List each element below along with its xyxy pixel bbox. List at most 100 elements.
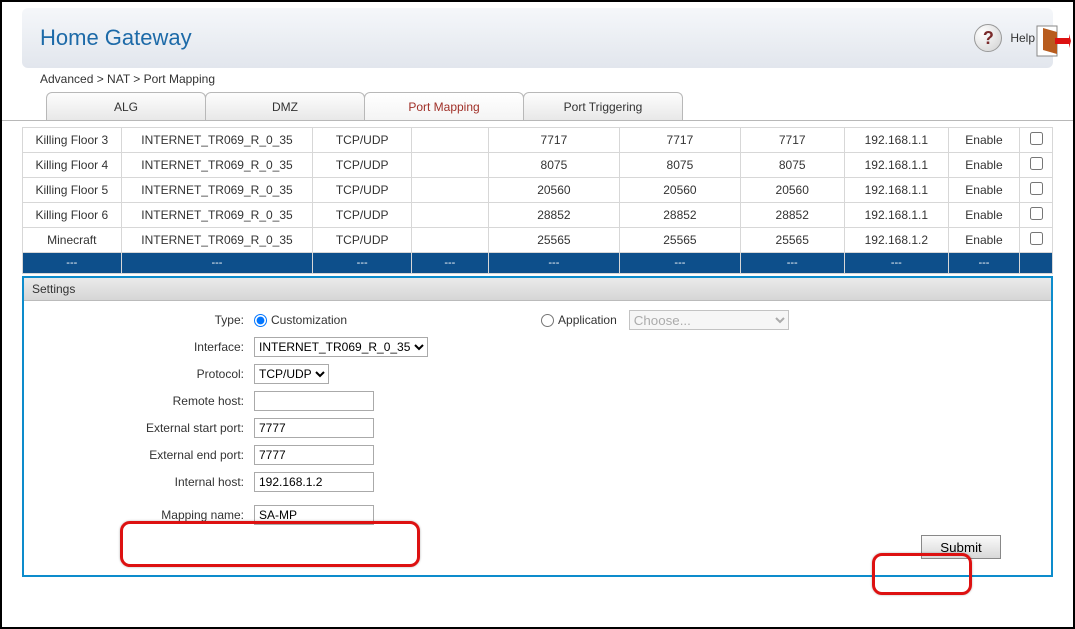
row-checkbox[interactable] [1030, 207, 1043, 220]
header-bar: Home Gateway ? Help [22, 8, 1053, 68]
radio-customization[interactable]: Customization [254, 313, 347, 327]
radio-customization-input[interactable] [254, 314, 267, 327]
interface-select[interactable]: INTERNET_TR069_R_0_35 [254, 337, 428, 357]
tab-port-mapping[interactable]: Port Mapping [364, 92, 524, 120]
external-start-port-input[interactable] [254, 418, 374, 438]
settings-panel: Settings Type: Customization Application… [22, 276, 1053, 577]
help-label: Help [1010, 31, 1035, 45]
protocol-select[interactable]: TCP/UDP [254, 364, 329, 384]
table-row: Killing Floor 6INTERNET_TR069_R_0_35TCP/… [23, 203, 1053, 228]
table-cell: Enable [948, 203, 1019, 228]
tab-port-triggering[interactable]: Port Triggering [523, 92, 683, 120]
filler-cell: --- [313, 253, 412, 274]
table-cell: Killing Floor 5 [23, 178, 122, 203]
label-type: Type: [34, 313, 254, 327]
table-cell: TCP/UDP [313, 128, 412, 153]
label-ext-start: External start port: [34, 421, 254, 435]
row-checkbox[interactable] [1030, 132, 1043, 145]
help-link[interactable]: ? Help [974, 24, 1035, 52]
row-checkbox[interactable] [1030, 232, 1043, 245]
exit-icon[interactable] [1033, 22, 1071, 60]
table-cell [411, 153, 488, 178]
table-cell: 25565 [620, 228, 741, 253]
table-cell: INTERNET_TR069_R_0_35 [121, 128, 313, 153]
table-cell: Enable [948, 178, 1019, 203]
tab-dmz[interactable]: DMZ [205, 92, 365, 120]
table-cell: 192.168.1.1 [844, 153, 948, 178]
table-cell [411, 203, 488, 228]
table-cell: TCP/UDP [313, 153, 412, 178]
table-cell: TCP/UDP [313, 178, 412, 203]
table-cell: 192.168.1.1 [844, 178, 948, 203]
table-cell: 7717 [488, 128, 619, 153]
table-row: Killing Floor 4INTERNET_TR069_R_0_35TCP/… [23, 153, 1053, 178]
table-cell: 28852 [740, 203, 844, 228]
table-cell [411, 228, 488, 253]
table-cell: Enable [948, 153, 1019, 178]
table-row: MinecraftINTERNET_TR069_R_0_35TCP/UDP 255… [23, 228, 1053, 253]
mapping-name-input[interactable] [254, 505, 374, 525]
table-cell [411, 128, 488, 153]
table-cell: TCP/UDP [313, 228, 412, 253]
radio-application[interactable]: Application [541, 313, 617, 327]
table-cell: 8075 [488, 153, 619, 178]
table-cell: 20560 [488, 178, 619, 203]
label-ext-end: External end port: [34, 448, 254, 462]
application-select: Choose... [629, 310, 789, 330]
label-remote-host: Remote host: [34, 394, 254, 408]
table-cell: 25565 [488, 228, 619, 253]
table-cell: 7717 [740, 128, 844, 153]
page-title: Home Gateway [40, 25, 192, 51]
settings-title: Settings [24, 278, 1051, 301]
submit-button[interactable]: Submit [921, 535, 1001, 559]
external-end-port-input[interactable] [254, 445, 374, 465]
internal-host-input[interactable] [254, 472, 374, 492]
filler-cell: --- [620, 253, 741, 274]
table-cell: Killing Floor 6 [23, 203, 122, 228]
table-cell: Killing Floor 3 [23, 128, 122, 153]
table-cell: Enable [948, 228, 1019, 253]
table-filler-row: --------------------------- [23, 253, 1053, 274]
table-cell: TCP/UDP [313, 203, 412, 228]
table-cell: 28852 [620, 203, 741, 228]
table-cell: INTERNET_TR069_R_0_35 [121, 178, 313, 203]
row-checkbox[interactable] [1030, 157, 1043, 170]
label-interface: Interface: [34, 340, 254, 354]
table-cell: 8075 [620, 153, 741, 178]
help-icon: ? [974, 24, 1002, 52]
label-mapping-name: Mapping name: [34, 508, 254, 522]
filler-cell: --- [844, 253, 948, 274]
label-protocol: Protocol: [34, 367, 254, 381]
table-cell: INTERNET_TR069_R_0_35 [121, 228, 313, 253]
table-cell: 20560 [740, 178, 844, 203]
table-cell: 192.168.1.1 [844, 203, 948, 228]
breadcrumb: Advanced > NAT > Port Mapping [2, 70, 1073, 92]
filler-cell: --- [23, 253, 122, 274]
port-mapping-table: Killing Floor 3INTERNET_TR069_R_0_35TCP/… [22, 127, 1053, 274]
radio-application-input[interactable] [541, 314, 554, 327]
remote-host-input[interactable] [254, 391, 374, 411]
filler-cell: --- [488, 253, 619, 274]
filler-cell [1020, 253, 1053, 274]
table-cell: 7717 [620, 128, 741, 153]
filler-cell: --- [411, 253, 488, 274]
table-cell: 192.168.1.1 [844, 128, 948, 153]
table-cell: 8075 [740, 153, 844, 178]
filler-cell: --- [740, 253, 844, 274]
row-checkbox-cell [1020, 178, 1053, 203]
row-checkbox-cell [1020, 128, 1053, 153]
table-cell: INTERNET_TR069_R_0_35 [121, 203, 313, 228]
table-row: Killing Floor 5INTERNET_TR069_R_0_35TCP/… [23, 178, 1053, 203]
content-area: Killing Floor 3INTERNET_TR069_R_0_35TCP/… [2, 120, 1073, 577]
table-row: Killing Floor 3INTERNET_TR069_R_0_35TCP/… [23, 128, 1053, 153]
filler-cell: --- [121, 253, 313, 274]
table-cell [411, 178, 488, 203]
row-checkbox-cell [1020, 228, 1053, 253]
row-checkbox[interactable] [1030, 182, 1043, 195]
table-cell: INTERNET_TR069_R_0_35 [121, 153, 313, 178]
tab-alg[interactable]: ALG [46, 92, 206, 120]
table-cell: Minecraft [23, 228, 122, 253]
table-cell: 28852 [488, 203, 619, 228]
tab-bar: ALG DMZ Port Mapping Port Triggering [2, 92, 1073, 120]
row-checkbox-cell [1020, 203, 1053, 228]
